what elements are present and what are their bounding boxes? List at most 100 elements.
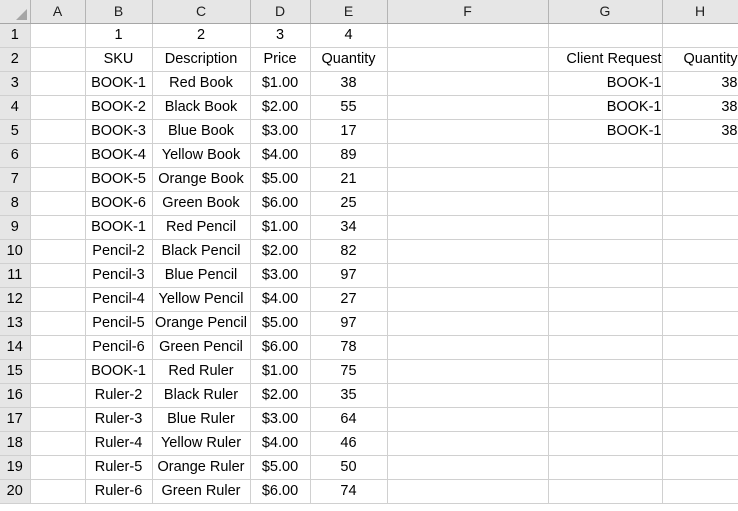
cell-quantity-e12[interactable]: 27 <box>310 287 388 312</box>
cell-client-quantity-h5[interactable]: 38 <box>662 119 738 144</box>
cell-sku-b7[interactable]: BOOK-5 <box>85 167 153 192</box>
cell-h17[interactable] <box>662 407 738 432</box>
row-header-1[interactable]: 1 <box>0 23 31 48</box>
cell-f10[interactable] <box>387 239 549 264</box>
cell-h9[interactable] <box>662 215 738 240</box>
row-header-6[interactable]: 6 <box>0 143 31 168</box>
client-request-header-g2[interactable]: Client Request <box>548 47 663 72</box>
row-header-18[interactable]: 18 <box>0 431 31 456</box>
cell-description-c19[interactable]: Orange Ruler <box>152 455 251 480</box>
row-header-16[interactable]: 16 <box>0 383 31 408</box>
cell-h12[interactable] <box>662 287 738 312</box>
cell-price-d16[interactable]: $2.00 <box>250 383 311 408</box>
cell-quantity-e9[interactable]: 34 <box>310 215 388 240</box>
cell-a16[interactable] <box>30 383 86 408</box>
cell-sku-b9[interactable]: BOOK-1 <box>85 215 153 240</box>
column-header-h[interactable]: H <box>662 0 738 24</box>
row-header-7[interactable]: 7 <box>0 167 31 192</box>
cell-h10[interactable] <box>662 239 738 264</box>
cell-price-d19[interactable]: $5.00 <box>250 455 311 480</box>
cell-g12[interactable] <box>548 287 663 312</box>
cell-f7[interactable] <box>387 167 549 192</box>
cell-f8[interactable] <box>387 191 549 216</box>
cell-a10[interactable] <box>30 239 86 264</box>
column-header-a[interactable]: A <box>30 0 86 24</box>
cell-quantity-e4[interactable]: 55 <box>310 95 388 120</box>
cell-a4[interactable] <box>30 95 86 120</box>
cell-a14[interactable] <box>30 335 86 360</box>
column-header-d[interactable]: D <box>250 0 311 24</box>
cell-quantity-e6[interactable]: 89 <box>310 143 388 168</box>
cell-quantity-e15[interactable]: 75 <box>310 359 388 384</box>
cell-description-c9[interactable]: Red Pencil <box>152 215 251 240</box>
cell-client-quantity-h4[interactable]: 38 <box>662 95 738 120</box>
cell-a17[interactable] <box>30 407 86 432</box>
cell-price-d12[interactable]: $4.00 <box>250 287 311 312</box>
cell-price-d13[interactable]: $5.00 <box>250 311 311 336</box>
column-header-c[interactable]: C <box>152 0 251 24</box>
cell-f2[interactable] <box>387 47 549 72</box>
annotation-b1[interactable]: 1 <box>85 23 153 48</box>
cell-quantity-e8[interactable]: 25 <box>310 191 388 216</box>
row-header-3[interactable]: 3 <box>0 71 31 96</box>
row-header-11[interactable]: 11 <box>0 263 31 288</box>
cell-h14[interactable] <box>662 335 738 360</box>
cell-a1[interactable] <box>30 23 86 48</box>
cell-h1[interactable] <box>662 23 738 48</box>
row-header-13[interactable]: 13 <box>0 311 31 336</box>
cell-description-c20[interactable]: Green Ruler <box>152 479 251 504</box>
cell-f19[interactable] <box>387 455 549 480</box>
cell-description-c12[interactable]: Yellow Pencil <box>152 287 251 312</box>
cell-f5[interactable] <box>387 119 549 144</box>
cell-description-c11[interactable]: Blue Pencil <box>152 263 251 288</box>
cell-h6[interactable] <box>662 143 738 168</box>
cell-price-d14[interactable]: $6.00 <box>250 335 311 360</box>
cell-description-c6[interactable]: Yellow Book <box>152 143 251 168</box>
row-header-9[interactable]: 9 <box>0 215 31 240</box>
cell-description-c14[interactable]: Green Pencil <box>152 335 251 360</box>
row-header-4[interactable]: 4 <box>0 95 31 120</box>
cell-price-d3[interactable]: $1.00 <box>250 71 311 96</box>
cell-f14[interactable] <box>387 335 549 360</box>
cell-a11[interactable] <box>30 263 86 288</box>
cell-g13[interactable] <box>548 311 663 336</box>
cell-a7[interactable] <box>30 167 86 192</box>
cell-h16[interactable] <box>662 383 738 408</box>
cell-client-request-g4[interactable]: BOOK-1 <box>548 95 663 120</box>
column-header-g[interactable]: G <box>548 0 663 24</box>
cell-h13[interactable] <box>662 311 738 336</box>
cell-sku-b17[interactable]: Ruler-3 <box>85 407 153 432</box>
cell-h8[interactable] <box>662 191 738 216</box>
cell-h15[interactable] <box>662 359 738 384</box>
cell-quantity-e18[interactable]: 46 <box>310 431 388 456</box>
cell-description-c8[interactable]: Green Book <box>152 191 251 216</box>
cell-a2[interactable] <box>30 47 86 72</box>
inventory-header-d2[interactable]: Price <box>250 47 311 72</box>
cell-f4[interactable] <box>387 95 549 120</box>
cell-a3[interactable] <box>30 71 86 96</box>
inventory-header-b2[interactable]: SKU <box>85 47 153 72</box>
cell-f13[interactable] <box>387 311 549 336</box>
row-header-17[interactable]: 17 <box>0 407 31 432</box>
cell-a12[interactable] <box>30 287 86 312</box>
cell-sku-b18[interactable]: Ruler-4 <box>85 431 153 456</box>
cell-a9[interactable] <box>30 215 86 240</box>
cell-client-quantity-h3[interactable]: 38 <box>662 71 738 96</box>
cell-price-d5[interactable]: $3.00 <box>250 119 311 144</box>
row-header-12[interactable]: 12 <box>0 287 31 312</box>
cell-g1[interactable] <box>548 23 663 48</box>
cell-quantity-e13[interactable]: 97 <box>310 311 388 336</box>
cell-f3[interactable] <box>387 71 549 96</box>
row-header-19[interactable]: 19 <box>0 455 31 480</box>
cell-price-d18[interactable]: $4.00 <box>250 431 311 456</box>
cell-g19[interactable] <box>548 455 663 480</box>
cell-g8[interactable] <box>548 191 663 216</box>
cell-h11[interactable] <box>662 263 738 288</box>
annotation-c1[interactable]: 2 <box>152 23 251 48</box>
cell-f9[interactable] <box>387 215 549 240</box>
cell-f11[interactable] <box>387 263 549 288</box>
cell-quantity-e7[interactable]: 21 <box>310 167 388 192</box>
cell-g14[interactable] <box>548 335 663 360</box>
cell-g7[interactable] <box>548 167 663 192</box>
cell-f17[interactable] <box>387 407 549 432</box>
